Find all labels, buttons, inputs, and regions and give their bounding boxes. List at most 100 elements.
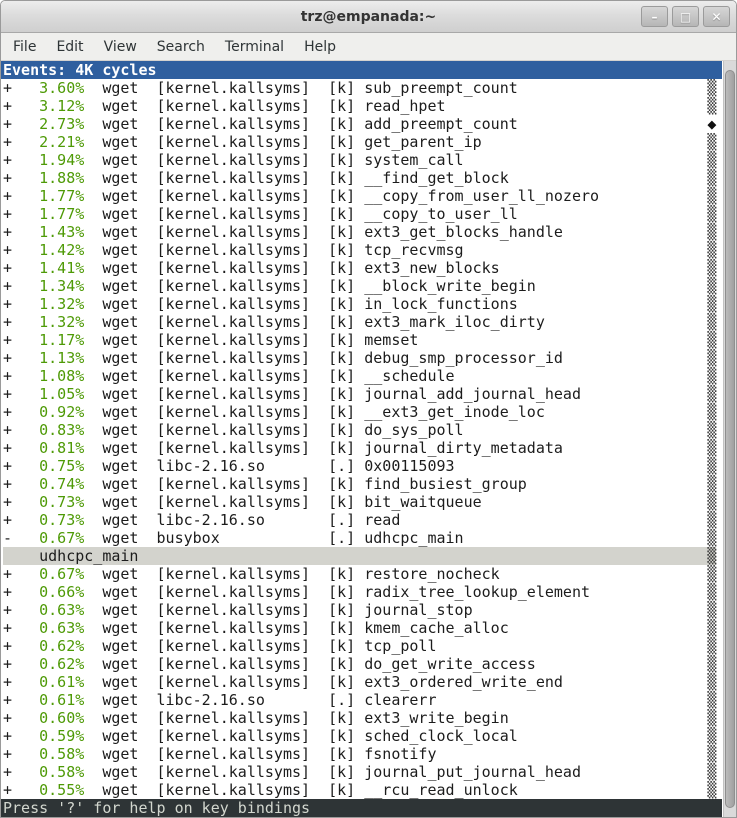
pad [138,547,707,565]
row-line: + 0.62% wget [kernel.kallsyms] [k] do_ge… [3,655,716,673]
row-line: + 0.61% wget [kernel.kallsyms] [k] ext3_… [3,673,716,691]
row-text: wget [kernel.kallsyms] [k] find_busiest_… [84,475,527,493]
scrollbar-thumb[interactable] [725,70,735,808]
row-line: + 2.73% wget [kernel.kallsyms] [k] add_p… [3,115,716,133]
titlebar[interactable]: trz@empanada:~ –□✕ [1,1,736,33]
perf-row[interactable]: + 0.58% wget [kernel.kallsyms] [k] fsnot… [3,745,736,763]
perf-row[interactable]: + 1.32% wget [kernel.kallsyms] [k] in_lo… [3,295,736,313]
pad [436,745,707,763]
fold-marker: + [3,97,39,115]
row-text: wget libc-2.16.so [.] read [84,511,400,529]
perf-row[interactable]: + 1.88% wget [kernel.kallsyms] [k] __fin… [3,169,736,187]
perf-row[interactable]: + 1.41% wget [kernel.kallsyms] [k] ext3_… [3,259,736,277]
row-text: wget [kernel.kallsyms] [k] do_get_write_… [84,655,536,673]
row-text: wget busybox [.] udhcpc_main [84,529,463,547]
perf-row[interactable]: + 1.13% wget [kernel.kallsyms] [k] debug… [3,349,736,367]
perf-row[interactable]: + 0.55% wget [kernel.kallsyms] [k] __rcu… [3,781,736,799]
perf-row[interactable]: + 0.63% wget [kernel.kallsyms] [k] kmem_… [3,619,736,637]
overhead-percent: 1.32% [39,313,84,331]
fold-marker: + [3,223,39,241]
row-text: wget [kernel.kallsyms] [k] fsnotify [84,745,436,763]
perf-row[interactable]: + 0.81% wget [kernel.kallsyms] [k] journ… [3,439,736,457]
scroll-shade-icon: ▒ [707,763,716,781]
perf-row[interactable]: + 0.62% wget [kernel.kallsyms] [k] do_ge… [3,655,736,673]
pad [455,367,708,385]
row-line: + 0.73% wget [kernel.kallsyms] [k] bit_w… [3,493,716,511]
menu-file[interactable]: File [3,35,46,59]
terminal-screen[interactable]: Events: 4K cycles + 3.60% wget [kernel.k… [1,61,736,818]
row-text: wget [kernel.kallsyms] [k] tcp_poll [84,637,436,655]
overhead-percent: 1.41% [39,259,84,277]
scroll-shade-icon: ▒ [707,421,716,439]
close-icon: ✕ [711,11,721,23]
close-button[interactable]: ✕ [703,6,730,27]
perf-row[interactable]: + 1.17% wget [kernel.kallsyms] [k] memse… [3,331,736,349]
scrollbar-track[interactable] [723,61,736,818]
perf-row[interactable]: + 1.77% wget [kernel.kallsyms] [k] __cop… [3,187,736,205]
perf-row[interactable]: + 0.73% wget [kernel.kallsyms] [k] bit_w… [3,493,736,511]
overhead-percent: 1.77% [39,205,84,223]
perf-row[interactable]: + 2.73% wget [kernel.kallsyms] [k] add_p… [3,115,736,133]
perf-row[interactable]: + 3.60% wget [kernel.kallsyms] [k] sub_p… [3,79,736,97]
scroll-shade-icon: ▒ [707,439,716,457]
perf-row[interactable]: + 0.59% wget [kernel.kallsyms] [k] sched… [3,727,736,745]
perf-row[interactable]: + 0.62% wget [kernel.kallsyms] [k] tcp_p… [3,637,736,655]
scroll-shade-icon: ▒ [707,547,716,565]
row-text: wget [kernel.kallsyms] [k] journal_put_j… [84,763,581,781]
perf-row[interactable]: + 0.58% wget [kernel.kallsyms] [k] journ… [3,763,736,781]
fold-marker: + [3,421,39,439]
row-text: wget [kernel.kallsyms] [k] __find_get_bl… [84,169,508,187]
menu-terminal[interactable]: Terminal [215,35,294,59]
perf-row[interactable]: + 1.42% wget [kernel.kallsyms] [k] tcp_r… [3,241,736,259]
scroll-shade-icon: ▒ [707,511,716,529]
fold-marker: + [3,313,39,331]
row-line: + 1.05% wget [kernel.kallsyms] [k] journ… [3,385,716,403]
overhead-percent: 0.73% [39,511,84,529]
fold-marker: + [3,709,39,727]
menu-help[interactable]: Help [294,35,346,59]
scroll-shade-icon: ▒ [707,529,716,547]
pad [446,97,708,115]
overhead-percent: 2.73% [39,115,84,133]
row-line: + 1.13% wget [kernel.kallsyms] [k] debug… [3,349,716,367]
perf-row[interactable]: + 0.61% wget libc-2.16.so [.] clearerr ▒ [3,691,736,709]
perf-row[interactable]: + 1.08% wget [kernel.kallsyms] [k] __sch… [3,367,736,385]
menu-edit[interactable]: Edit [46,35,93,59]
perf-row[interactable]: + 1.77% wget [kernel.kallsyms] [k] __cop… [3,205,736,223]
perf-row[interactable]: + 0.61% wget [kernel.kallsyms] [k] ext3_… [3,673,736,691]
menu-view[interactable]: View [94,35,147,59]
perf-row[interactable]: + 1.34% wget [kernel.kallsyms] [k] __blo… [3,277,736,295]
overhead-percent: 1.17% [39,331,84,349]
perf-callchain-row[interactable]: udhcpc_main ▒ [3,547,736,565]
row-text: wget [kernel.kallsyms] [k] in_lock_funct… [84,295,517,313]
perf-row[interactable]: + 0.73% wget libc-2.16.so [.] read ▒ [3,511,736,529]
row-line: + 0.74% wget [kernel.kallsyms] [k] find_… [3,475,716,493]
perf-row[interactable]: + 0.63% wget [kernel.kallsyms] [k] journ… [3,601,736,619]
maximize-button[interactable]: □ [672,6,699,27]
perf-row[interactable]: + 0.66% wget [kernel.kallsyms] [k] radix… [3,583,736,601]
scroll-shade-icon: ▒ [707,223,716,241]
perf-row[interactable]: + 1.32% wget [kernel.kallsyms] [k] ext3_… [3,313,736,331]
perf-row[interactable]: + 1.43% wget [kernel.kallsyms] [k] ext3_… [3,223,736,241]
perf-row[interactable]: + 3.12% wget [kernel.kallsyms] [k] read_… [3,97,736,115]
perf-row[interactable]: + 0.67% wget [kernel.kallsyms] [k] resto… [3,565,736,583]
perf-row[interactable]: + 0.74% wget [kernel.kallsyms] [k] find_… [3,475,736,493]
minimize-button[interactable]: – [641,6,668,27]
perf-row[interactable]: + 1.05% wget [kernel.kallsyms] [k] journ… [3,385,736,403]
row-text: wget [kernel.kallsyms] [k] journal_stop [84,601,472,619]
row-text: wget [kernel.kallsyms] [k] ext3_write_be… [84,709,508,727]
perf-row[interactable]: + 2.21% wget [kernel.kallsyms] [k] get_p… [3,133,736,151]
pad [455,457,708,475]
row-line: + 0.66% wget [kernel.kallsyms] [k] radix… [3,583,716,601]
perf-row[interactable]: + 0.92% wget [kernel.kallsyms] [k] __ext… [3,403,736,421]
overhead-percent: 0.55% [39,781,84,799]
perf-row[interactable]: + 0.83% wget [kernel.kallsyms] [k] do_sy… [3,421,736,439]
perf-row[interactable]: + 0.75% wget libc-2.16.so [.] 0x00115093… [3,457,736,475]
row-text: wget [kernel.kallsyms] [k] sub_preempt_c… [84,79,517,97]
perf-row[interactable]: - 0.67% wget busybox [.] udhcpc_main ▒ [3,529,736,547]
menu-search[interactable]: Search [147,35,215,59]
overhead-percent: 1.43% [39,223,84,241]
fold-marker: + [3,655,39,673]
perf-row[interactable]: + 0.60% wget [kernel.kallsyms] [k] ext3_… [3,709,736,727]
perf-row[interactable]: + 1.94% wget [kernel.kallsyms] [k] syste… [3,151,736,169]
